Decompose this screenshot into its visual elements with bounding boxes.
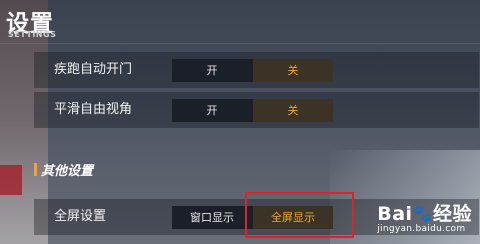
setting-row-smooth-free-view: 平滑自由视角 开 关 <box>34 92 479 128</box>
section-title: 其他设置 <box>41 164 94 179</box>
watermark-url: jingyan.baidu.com <box>377 224 466 234</box>
on-off-toggle: 开 关 <box>172 59 333 82</box>
annotation-highlight-box <box>245 192 354 238</box>
section-header-other-settings: 其他设置 <box>34 160 93 184</box>
toggle-option-windowed[interactable]: 窗口显示 <box>172 206 252 229</box>
baidu-jingyan-watermark: Bai🐾经验 jingyan.baidu.com <box>377 199 472 234</box>
setting-label: 疾跑自动开门 <box>54 62 133 77</box>
watermark-logo: Bai🐾经验 <box>377 203 472 225</box>
toggle-option-on[interactable]: 开 <box>172 99 252 122</box>
section-accent-bar <box>34 163 37 176</box>
header-divider <box>0 43 480 44</box>
setting-row-sprint-auto-open-door: 疾跑自动开门 开 关 <box>34 52 479 88</box>
paw-icon: 🐾 <box>412 204 433 223</box>
toggle-option-off[interactable]: 关 <box>253 99 333 122</box>
setting-label: 平滑自由视角 <box>54 102 133 117</box>
on-off-toggle: 开 关 <box>172 99 333 122</box>
setting-label: 全屏设置 <box>54 209 107 224</box>
page-subtitle: SETTINGS <box>8 30 57 39</box>
background-character-accent <box>0 165 22 195</box>
toggle-option-on[interactable]: 开 <box>172 59 252 82</box>
toggle-option-off[interactable]: 关 <box>253 59 333 82</box>
